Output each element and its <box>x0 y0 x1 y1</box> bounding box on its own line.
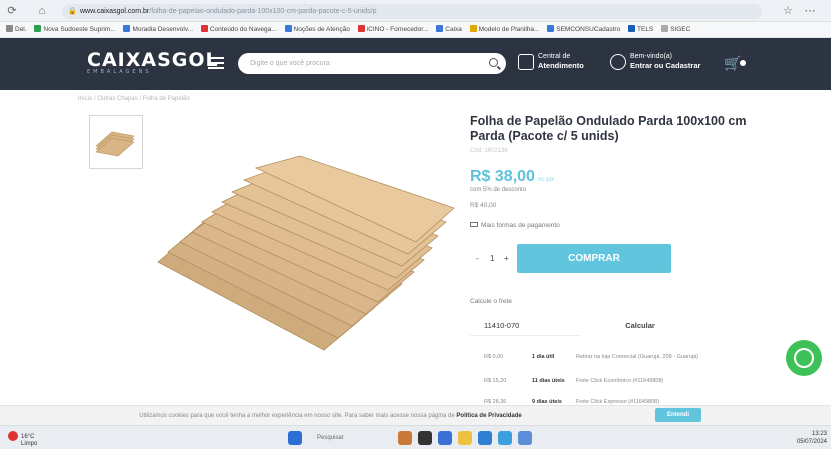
bookmark-icon <box>436 25 444 32</box>
site-logo[interactable]: CAIXASGOL EMBALAGENS <box>87 49 219 75</box>
product-code: Cód: 1602136 <box>470 148 508 154</box>
bookmark-item[interactable]: Noções de Atenção <box>284 22 350 37</box>
cep-input[interactable]: 11410-070 <box>470 316 580 336</box>
search-input[interactable]: Digite o que você procura <box>238 53 506 74</box>
product-image <box>157 155 455 351</box>
lock-icon: 🔒 <box>68 8 77 15</box>
hamburger-menu-icon[interactable] <box>208 57 224 69</box>
user-icon <box>610 54 626 70</box>
address-bar[interactable]: 🔒 www.caixasgol.com.br/folha-de-papelao-… <box>62 4 762 19</box>
cardboard-thumbnail-image <box>95 131 135 157</box>
search-placeholder: Digite o que você procura <box>250 60 330 67</box>
bookmark-item[interactable]: Caixa <box>436 22 462 37</box>
product-thumbnail[interactable] <box>89 115 143 169</box>
star-icon[interactable]: ☆ <box>782 5 794 17</box>
bookmark-icon <box>628 25 636 32</box>
cookie-text: Utilizamos cookies para que você tenha a… <box>139 413 455 419</box>
reload-icon[interactable]: ⟳ <box>6 5 18 17</box>
bookmark-item[interactable]: Moradia Desenvolv... <box>123 22 193 37</box>
folder-icon <box>6 25 13 32</box>
qty-decrease-button[interactable]: - <box>476 247 479 271</box>
bookmark-item[interactable]: SIGEC <box>661 22 690 37</box>
weather-widget[interactable]: 16°C Limpo <box>8 431 37 448</box>
breadcrumb[interactable]: Início / Outras Chapas / Folha de Papelã… <box>78 96 190 102</box>
cart-icon[interactable]: 🛒 <box>724 55 741 72</box>
bookmark-icon <box>469 25 477 32</box>
bookmark-item[interactable]: Modelo de Planilha... <box>469 22 539 37</box>
bookmark-item[interactable]: SEMCONSUCadastro <box>547 22 620 37</box>
app-icon[interactable] <box>518 431 532 445</box>
privacy-policy-link[interactable]: Política de Privacidade <box>456 413 521 419</box>
bookmark-icon <box>547 25 555 32</box>
cookie-banner: Utilizamos cookies para que você tenha a… <box>0 405 831 425</box>
task-view-icon[interactable] <box>418 431 432 445</box>
cookie-accept-button[interactable]: Entendi <box>655 408 701 422</box>
site-header: CAIXASGOL EMBALAGENS Digite o que você p… <box>0 38 831 90</box>
menu-dots-icon[interactable]: ⋯ <box>804 5 816 17</box>
price-note: no pix <box>537 177 554 183</box>
discount-text: com 5% de desconto <box>470 187 527 193</box>
bookmark-icon <box>34 25 42 32</box>
regular-price: R$ 40,00 <box>470 202 497 209</box>
bookmark-icon <box>200 25 208 32</box>
calculate-shipping-button[interactable]: Calcular <box>585 316 695 336</box>
weather-icon <box>8 431 18 441</box>
whatsapp-button-icon[interactable] <box>786 340 822 376</box>
qty-value[interactable]: 1 <box>490 247 494 271</box>
shipping-option-row: R$ 0,00 1 dia útil Retirar na loja Comer… <box>484 354 698 360</box>
bookmark-icon <box>661 25 669 32</box>
shipping-option-row: R$ 15,20 11 dias úteis Frete Click Econô… <box>484 378 664 384</box>
quantity-stepper: - 1 + <box>470 247 514 271</box>
home-icon[interactable]: ⌂ <box>36 5 48 17</box>
file-explorer-icon[interactable] <box>458 431 472 445</box>
store-icon[interactable] <box>498 431 512 445</box>
app-icon[interactable] <box>398 431 412 445</box>
customer-service-link[interactable]: Central de Atendimento <box>538 52 584 70</box>
chrome-icon[interactable] <box>438 431 452 445</box>
chat-icon <box>518 54 534 70</box>
buy-button[interactable]: COMPRAR <box>517 244 671 273</box>
browser-toolbar: ⟳ ⌂ 🔒 www.caixasgol.com.br/folha-de-pape… <box>0 0 831 22</box>
bookmark-item[interactable]: iCINO - Fornecedor... <box>357 22 428 37</box>
taskbar-search[interactable]: Pesquisar <box>305 432 369 445</box>
bookmarks-bar: Del. Nova Sudoeste Suprim... Moradia Des… <box>0 22 831 38</box>
bookmark-icon <box>357 25 365 32</box>
windows-start-icon[interactable] <box>288 431 302 445</box>
edge-icon[interactable] <box>478 431 492 445</box>
url-host: www.caixasgol.com.br <box>80 8 150 15</box>
bookmark-icon <box>123 25 131 32</box>
qty-increase-button[interactable]: + <box>504 247 509 271</box>
bookmark-icon <box>284 25 292 32</box>
search-icon[interactable] <box>489 58 498 67</box>
product-price: R$ 38,00 no pix <box>470 168 554 185</box>
cart-badge <box>740 60 746 66</box>
bookmark-item[interactable]: Del. <box>6 22 27 37</box>
bookmark-item[interactable]: Conteúdo do Navega... <box>200 22 277 37</box>
taskbar: 16°C Limpo Pesquisar 13:23 05/07/2024 <box>0 425 831 449</box>
credit-card-icon <box>470 222 478 227</box>
payment-options-link[interactable]: Mais formas de pagamento <box>470 222 560 229</box>
bookmark-item[interactable]: TELS <box>628 22 653 37</box>
product-title: Folha de Papelão Ondulado Parda 100x100 … <box>470 114 747 143</box>
bookmark-item[interactable]: Nova Sudoeste Suprim... <box>34 22 116 37</box>
system-tray-clock[interactable]: 13:23 05/07/2024 <box>797 430 827 446</box>
login-link[interactable]: Bem-vindo(a) Entrar ou Cadastrar <box>630 52 700 70</box>
shipping-label: Calcule o frete <box>470 298 512 305</box>
url-path: /folha-de-papelao-ondulado-parda-100x100… <box>149 8 377 15</box>
